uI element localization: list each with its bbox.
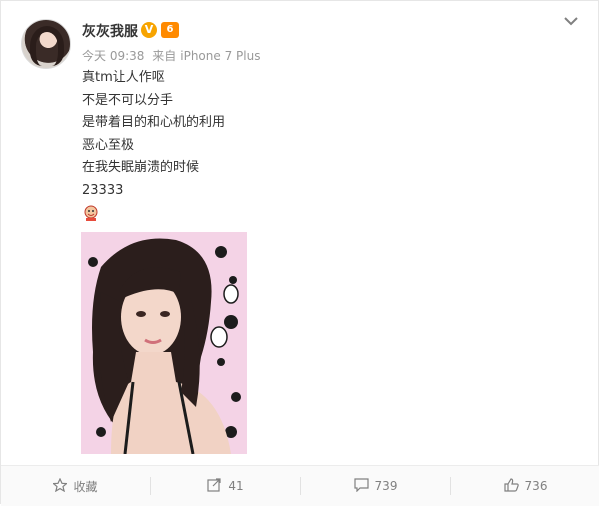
reaction-emoji-icon [82,204,100,222]
action-toolbar: 收藏 41 739 736 [1,465,599,506]
comment-button[interactable]: 739 [301,466,450,506]
weibo-post-card: 灰灰我服 V 6 今天 09:38 来自 iPhone 7 Plus 真tm让人作… [0,0,599,506]
favorite-button[interactable]: 收藏 [1,466,150,506]
post-text-line: 真tm让人作呕 [82,70,165,85]
post-photo[interactable] [81,232,247,454]
post-text-line: 在我失眠崩溃的时候 [82,160,200,175]
post-text-line: 是带着目的和心机的利用 [82,115,226,130]
repost-icon [207,477,222,495]
repost-count: 41 [228,479,244,493]
post-text-line: 恶心至极 [82,137,135,153]
comment-icon [353,477,369,495]
comment-count: 739 [374,479,398,493]
like-button[interactable]: 736 [451,466,599,506]
thumbs-up-icon [503,477,519,495]
post-text-line: 23333 [82,182,124,198]
star-icon [52,477,69,495]
verified-badge-icon: V [141,22,157,38]
post-time[interactable]: 今天 09:38 [82,49,144,63]
like-count: 736 [524,479,548,493]
portrait-image [81,232,247,454]
post-source[interactable]: iPhone 7 Plus [180,49,260,63]
vip-badge-icon: 6 [161,22,179,38]
author-name[interactable]: 灰灰我服 [82,21,138,41]
post-meta: 今天 09:38 来自 iPhone 7 Plus [82,47,264,64]
post-text: 真tm让人作呕 不是不可以分手 是带着目的和心机的利用 恶心至极 在我失眠崩溃的… [82,67,225,202]
source-prefix: 来自 [152,49,177,63]
post-text-line: 不是不可以分手 [82,92,174,108]
author-avatar[interactable] [21,19,71,69]
post-menu-chevron-down-icon[interactable] [563,15,583,31]
repost-button[interactable]: 41 [151,466,300,506]
favorite-label: 收藏 [73,479,98,494]
